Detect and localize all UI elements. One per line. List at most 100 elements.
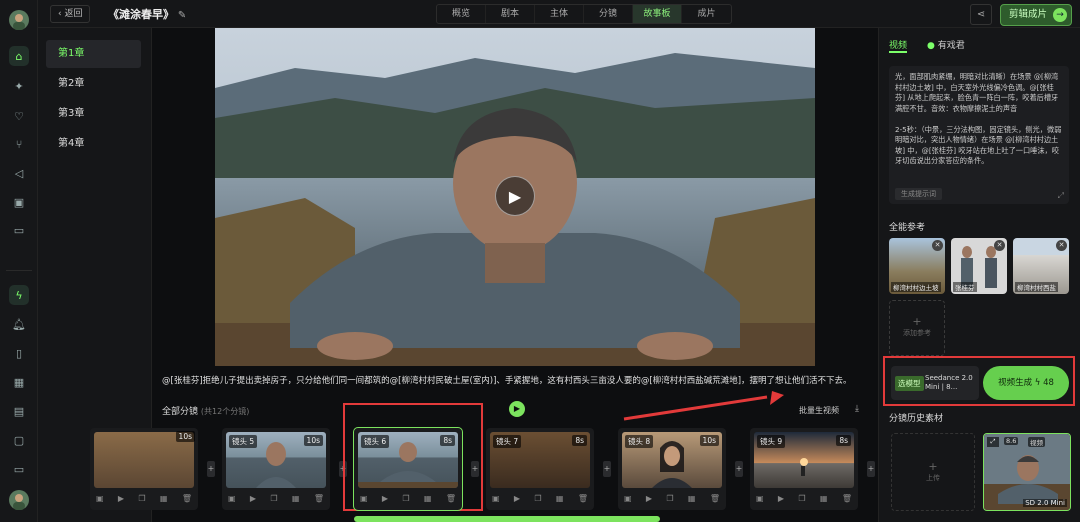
grid-icon[interactable]: ▦	[160, 494, 168, 503]
card-icon[interactable]: ▭	[9, 459, 29, 479]
video-icon[interactable]: ▶	[514, 494, 520, 503]
briefcase-icon[interactable]: ▣	[9, 192, 29, 212]
copy-icon[interactable]: ❐	[402, 494, 409, 503]
reference-item[interactable]: ✕ 柳湾村村西盐	[1013, 238, 1069, 294]
expand-icon[interactable]: ⤢	[987, 437, 999, 447]
chapter-item-2[interactable]: 第2章	[46, 70, 141, 98]
book-icon[interactable]: ▯	[9, 343, 29, 363]
download-icon[interactable]: ⤓	[855, 404, 859, 414]
reference-name: 张桂芬	[953, 282, 977, 292]
shot-card[interactable]: 镜头 8 10s ▣ ▶ ❐ ▦ 🗑︎	[618, 428, 726, 510]
generate-prompt-button[interactable]: 生成提示词	[895, 187, 942, 200]
bell-icon[interactable]: 🔔︎	[9, 314, 29, 334]
home-icon[interactable]: ⌂	[9, 46, 29, 66]
share-icon[interactable]: ⋖	[970, 4, 992, 25]
copy-icon[interactable]: ❐	[270, 494, 277, 503]
image-icon[interactable]: ▣	[624, 494, 632, 503]
tab-script[interactable]: 剧本	[486, 5, 535, 23]
tab-overview[interactable]: 概览	[437, 5, 486, 23]
tab-subjects[interactable]: 主体	[535, 5, 584, 23]
history-item[interactable]: 8.6 视频 ⤢ SD 2.0 Mini	[983, 433, 1071, 511]
chapter-item-3[interactable]: 第3章	[46, 100, 141, 128]
shot-card[interactable]: 镜头 9 8s ▣ ▶ ❐ ▦ 🗑︎	[750, 428, 858, 510]
video-icon[interactable]: ▶	[778, 494, 784, 503]
right-panel: 视频 ● 有戏君 光，面部肌肉紧绷，明暗对比清晰）在场景 @[柳湾村村边土坡] …	[878, 28, 1080, 522]
copy-icon[interactable]: ❐	[798, 494, 805, 503]
video-preview[interactable]: ▶	[215, 28, 815, 366]
tab-storyboard[interactable]: 故事板	[633, 5, 682, 23]
heart-icon[interactable]: ♡	[9, 106, 29, 126]
horizontal-scrollbar[interactable]	[354, 516, 660, 522]
shot-actions: ▣ ▶ ❐ ▦ 🗑︎	[360, 494, 456, 503]
lightning-icon[interactable]: ϟ	[9, 285, 29, 305]
trash-icon[interactable]: 🗑︎	[182, 494, 192, 503]
reference-item[interactable]: ✕ 张桂芬	[951, 238, 1007, 294]
insert-shot-button[interactable]: +	[207, 461, 215, 477]
image-icon[interactable]: ▣	[360, 494, 368, 503]
gift-icon[interactable]: ▤	[9, 401, 29, 421]
grid-icon[interactable]: ▦	[820, 494, 828, 503]
branch-icon[interactable]: ⑂	[9, 134, 29, 154]
avatar[interactable]	[9, 490, 29, 510]
edit-final-button[interactable]: 剪辑成片 →	[1000, 4, 1072, 26]
trash-icon[interactable]: 🗑︎	[710, 494, 720, 503]
copy-icon[interactable]: ❐	[534, 494, 541, 503]
megaphone-icon[interactable]: ◁	[9, 163, 29, 183]
tab-final[interactable]: 成片	[682, 5, 731, 23]
grid-icon[interactable]: ▦	[424, 494, 432, 503]
chapter-item-4[interactable]: 第4章	[46, 130, 141, 158]
qrcode-icon[interactable]: ▦	[9, 372, 29, 392]
insert-shot-button[interactable]: +	[603, 461, 611, 477]
prompt-editor[interactable]: 光，面部肌肉紧绷，明暗对比清晰）在场景 @[柳湾村村边土坡] 中，白天室外光线偏…	[889, 66, 1069, 204]
trash-icon[interactable]: 🗑︎	[842, 494, 852, 503]
trash-icon[interactable]: 🗑︎	[578, 494, 588, 503]
image-icon[interactable]: ▣	[492, 494, 500, 503]
image-icon[interactable]: ▣	[756, 494, 764, 503]
insert-shot-button[interactable]: +	[471, 461, 479, 477]
plus-icon: +	[928, 460, 938, 473]
tab-shots[interactable]: 分镜	[584, 5, 633, 23]
model-selector[interactable]: 选模型 Seedance 2.0 Mini | 8...	[891, 366, 979, 400]
shot-actions: ▣ ▶ ❐ ▦ 🗑︎	[228, 494, 324, 503]
shot-card[interactable]: 镜头 7 8s ▣ ▶ ❐ ▦ 🗑︎	[486, 428, 594, 510]
shot-card[interactable]: 镜头 5 10s ▣ ▶ ❐ ▦ 🗑︎	[222, 428, 330, 510]
generate-video-button[interactable]: 视频生成 ϟ 48	[983, 366, 1069, 400]
grid-icon[interactable]: ▦	[556, 494, 564, 503]
copy-icon[interactable]: ❐	[666, 494, 673, 503]
reference-item[interactable]: ✕ 柳湾村村边土坡	[889, 238, 945, 294]
tab-video[interactable]: 视频	[889, 38, 907, 51]
trash-icon[interactable]: 🗑︎	[446, 494, 456, 503]
chapter-item-1[interactable]: 第1章	[46, 40, 141, 68]
sparkle-icon[interactable]: ✦	[9, 76, 29, 96]
wallet-icon[interactable]: ▭	[9, 220, 29, 240]
expand-icon[interactable]: ⤢	[1058, 191, 1064, 202]
video-icon[interactable]: ▶	[646, 494, 652, 503]
back-button[interactable]: ‹ 返回	[50, 5, 91, 23]
edit-pencil-icon[interactable]: ✎	[178, 10, 186, 21]
insert-shot-button[interactable]: +	[735, 461, 743, 477]
add-reference-button[interactable]: + 添加参考	[889, 300, 945, 356]
image-icon[interactable]: ▣	[96, 494, 104, 503]
batch-generate-button[interactable]: 批量生视频	[799, 405, 839, 416]
top-bar: ‹ 返回 《滩涂春早》 ✎ 概览 剧本 主体 分镜 故事板 成片 ⋖ 剪辑成片 →	[38, 0, 1080, 28]
trash-icon[interactable]: 🗑︎	[314, 494, 324, 503]
icon-rail: ⌂ ✦ ♡ ⑂ ◁ ▣ ▭ ϟ 🔔︎ ▯ ▦ ▤ ▢ ▭	[0, 0, 38, 522]
grid-icon[interactable]: ▦	[292, 494, 300, 503]
upload-history-button[interactable]: + 上传	[891, 433, 975, 511]
video-icon[interactable]: ▶	[118, 494, 124, 503]
close-icon[interactable]: ✕	[994, 240, 1005, 251]
chat-icon[interactable]: ▢	[9, 430, 29, 450]
video-icon[interactable]: ▶	[250, 494, 256, 503]
close-icon[interactable]: ✕	[1056, 240, 1067, 251]
shot-card[interactable]: 10s ▣ ▶ ❐ ▦ 🗑︎	[90, 428, 198, 510]
video-icon[interactable]: ▶	[382, 494, 388, 503]
insert-shot-button[interactable]: +	[867, 461, 875, 477]
grid-icon[interactable]: ▦	[688, 494, 696, 503]
tab-assistant[interactable]: ● 有戏君	[927, 38, 965, 51]
shot-card-selected[interactable]: 镜头 6 8s ▣ ▶ ❐ ▦ 🗑︎	[353, 427, 463, 511]
close-icon[interactable]: ✕	[932, 240, 943, 251]
image-icon[interactable]: ▣	[228, 494, 236, 503]
play-all-icon[interactable]: ▶	[509, 401, 525, 417]
copy-icon[interactable]: ❐	[138, 494, 145, 503]
play-icon[interactable]: ▶	[495, 176, 535, 216]
